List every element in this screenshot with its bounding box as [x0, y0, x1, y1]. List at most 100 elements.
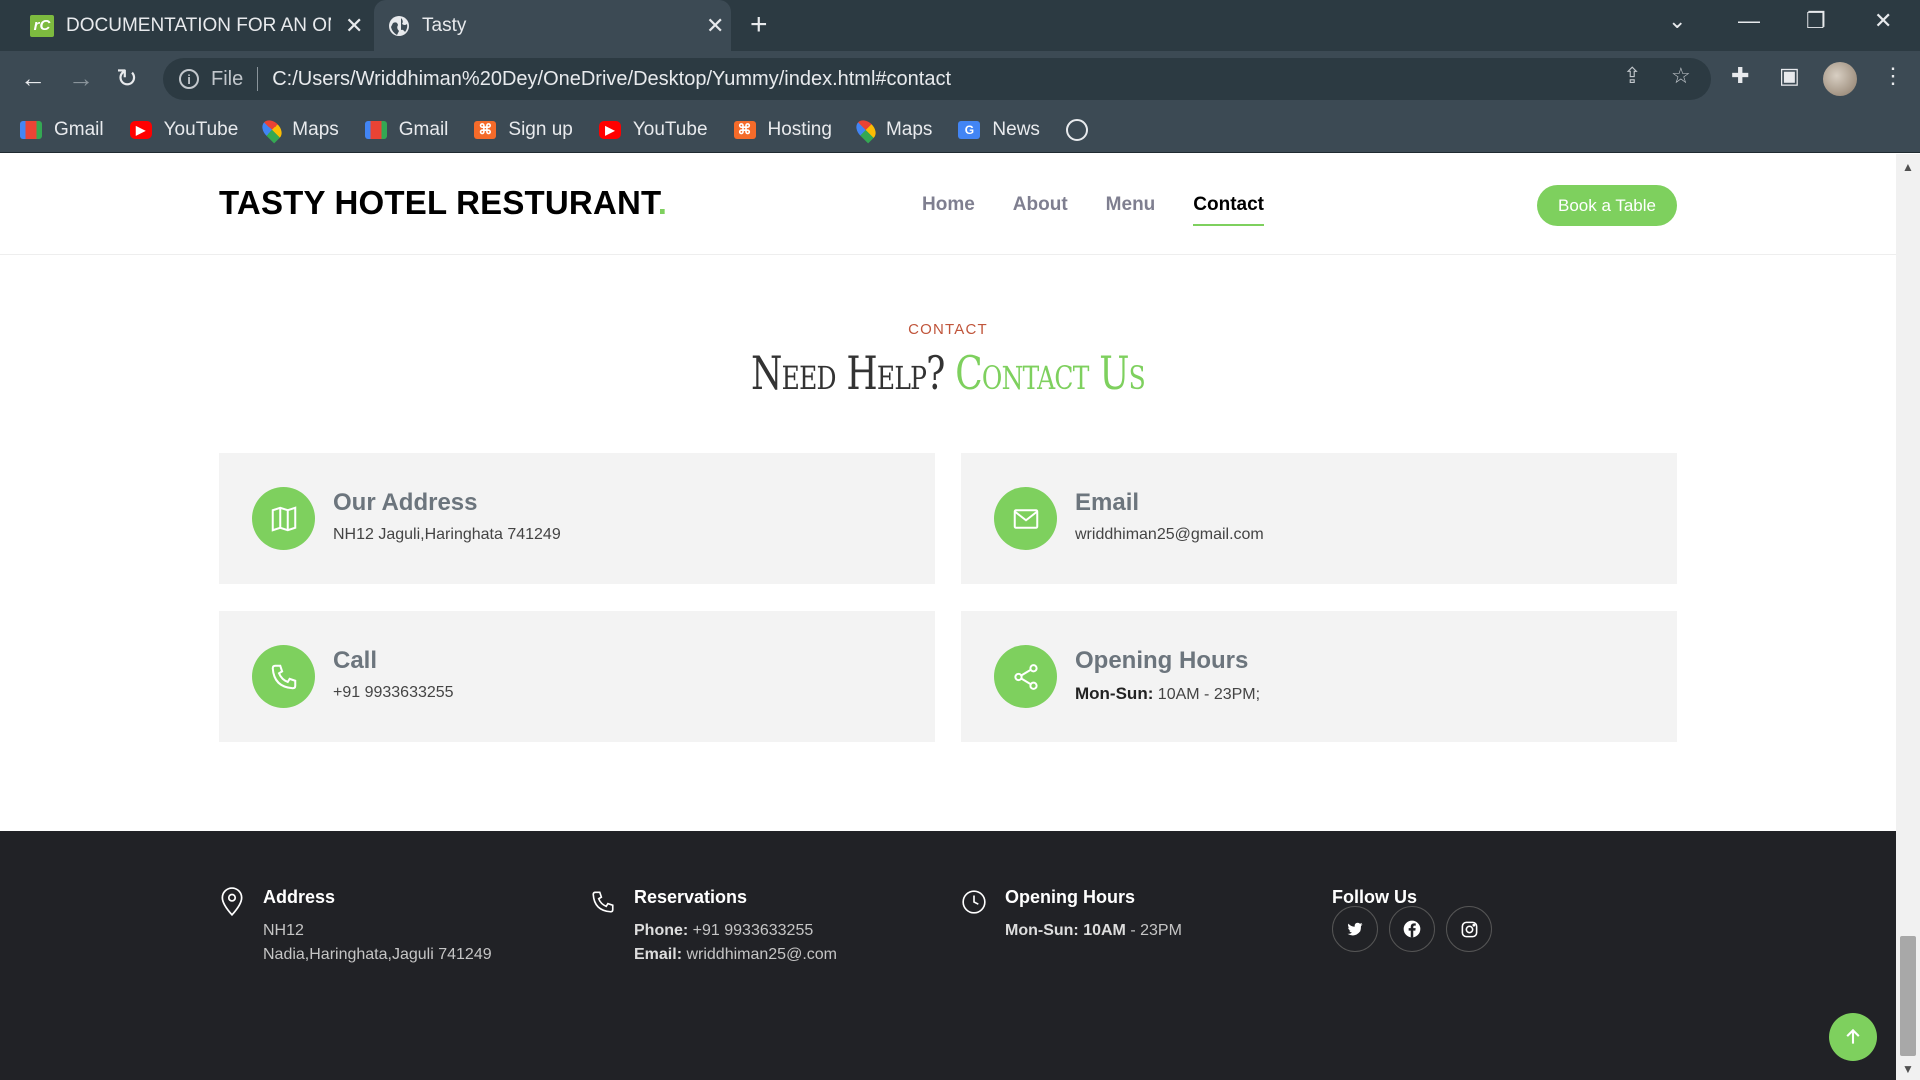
hosting-icon: ⌘	[733, 120, 756, 139]
nav-contact[interactable]: Contact	[1193, 194, 1265, 226]
address-line: Nadia,Haringhata,Jaguli 741249	[263, 946, 492, 963]
minimize-icon[interactable]: —	[1738, 8, 1760, 34]
browser-toolbar: ← → ↻ i File C:/Users/Wriddhiman%20Dey/O…	[0, 51, 1920, 107]
card-text[interactable]: +91 9933633255	[333, 684, 454, 702]
card-text[interactable]: wriddhiman25@gmail.com	[1075, 526, 1264, 544]
bookmark-youtube[interactable]: ▶ YouTube	[598, 118, 708, 141]
nav-menu[interactable]: Menu	[1106, 194, 1156, 226]
side-panel-icon[interactable]: ▣	[1779, 63, 1800, 89]
profile-avatar[interactable]	[1823, 62, 1857, 96]
hours-value: 10AM - 23PM;	[1153, 686, 1261, 703]
bookmark-label: Gmail	[54, 118, 104, 140]
clock-icon	[962, 890, 986, 914]
bookmark-gmail[interactable]: Gmail	[20, 119, 104, 141]
card-title: Email	[1075, 489, 1140, 516]
bookmark-maps[interactable]: Maps	[852, 116, 933, 143]
hours-days: Mon-Sun:	[1005, 922, 1079, 939]
envelope-icon	[994, 487, 1057, 550]
bookmark-label: Gmail	[398, 118, 449, 140]
opening-hours-card: Opening Hours Mon-Sun: 10AM - 23PM;	[961, 611, 1677, 742]
info-icon[interactable]: i	[179, 69, 199, 89]
footer-heading: Reservations	[634, 887, 748, 907]
section-eyebrow: CONTACT	[908, 321, 988, 338]
hours-label: Mon-Sun:	[1075, 684, 1154, 703]
email-value[interactable]: wriddhiman25@.com	[682, 946, 837, 963]
card-text: Mon-Sun: 10AM - 23PM;	[1075, 684, 1260, 704]
bookmark-news[interactable]: G News	[958, 119, 1040, 141]
bookmark-label: Maps	[885, 118, 933, 140]
facebook-icon[interactable]	[1389, 906, 1435, 952]
bookmark-sign-up[interactable]: ⌘ Sign up	[474, 119, 573, 141]
bookmark-label: News	[992, 118, 1040, 140]
nav-about[interactable]: About	[1013, 194, 1068, 226]
scroll-thumb[interactable]	[1900, 936, 1916, 1056]
reload-icon[interactable]: ↻	[116, 63, 138, 94]
browser-tab-tasty[interactable]: Tasty ✕	[374, 0, 731, 51]
maps-icon	[258, 116, 286, 143]
bookmark-label: Maps	[292, 118, 339, 140]
tab-search-chevron-icon[interactable]: ⌄	[1668, 8, 1686, 34]
site-footer: Address NH12 Nadia,Haringhata,Jaguli 741…	[0, 831, 1896, 1080]
news-icon: G	[958, 120, 981, 139]
card-title: Our Address	[333, 489, 478, 516]
address-card: Our Address NH12 Jaguli,Haringhata 74124…	[219, 453, 935, 584]
book-table-button[interactable]: Book a Table	[1537, 185, 1677, 226]
email-label: Email:	[634, 946, 683, 963]
extensions-puzzle-icon[interactable]: ✚	[1731, 63, 1749, 89]
close-icon[interactable]: ✕	[345, 13, 363, 39]
card-text: NH12 Jaguli,Haringhata 741249	[333, 526, 561, 543]
gmail-icon	[364, 120, 387, 139]
hosting-icon: ⌘	[474, 120, 497, 139]
browser-tab-documentation[interactable]: rC DOCUMENTATION FOR AN ONLI ✕	[0, 0, 372, 51]
scheme-label: File	[211, 67, 244, 90]
phone-label: Phone:	[634, 922, 689, 939]
menu-kebab-icon[interactable]: ⋮	[1882, 63, 1904, 89]
main-nav: Home About Menu Contact	[922, 194, 1302, 226]
arrow-up-icon	[1846, 1028, 1860, 1044]
restore-icon[interactable]: ❐	[1806, 8, 1826, 34]
site-logo[interactable]: TASTY HOTEL RESTURANT.	[219, 184, 667, 222]
address-bar[interactable]: i File C:/Users/Wriddhiman%20Dey/OneDriv…	[163, 58, 1711, 100]
page-scrollbar[interactable]: ▲ ▼	[1896, 154, 1920, 1080]
tab-title: DOCUMENTATION FOR AN ONLI	[66, 14, 331, 36]
bookmark-hosting[interactable]: ⌘ Hosting	[733, 118, 832, 141]
bookmark-gmail[interactable]: Gmail	[364, 118, 449, 141]
bookmark-star-icon[interactable]: ☆	[1671, 63, 1691, 89]
close-icon[interactable]: ✕	[706, 13, 724, 39]
tab-title: Tasty	[422, 14, 467, 36]
map-icon	[252, 487, 315, 550]
bookmark-label: YouTube	[163, 118, 239, 140]
phone-icon	[592, 891, 614, 913]
scroll-down-arrow-icon[interactable]: ▼	[1902, 1062, 1914, 1076]
window-close-icon[interactable]: ✕	[1874, 8, 1892, 34]
bookmark-label: Hosting	[767, 118, 832, 140]
bookmark-maps[interactable]: Maps	[258, 116, 339, 143]
share-page-icon[interactable]: ⇪	[1623, 63, 1641, 89]
back-to-top-button[interactable]	[1829, 1013, 1877, 1061]
footer-heading: Address	[263, 887, 336, 907]
address-line: NH12	[263, 922, 304, 939]
back-arrow-icon[interactable]: ←	[20, 63, 46, 94]
url-text[interactable]: C:/Users/Wriddhiman%20Dey/OneDrive/Deskt…	[272, 68, 951, 91]
section-title: Need Help? Contact Us	[209, 346, 1688, 400]
instagram-icon[interactable]	[1446, 906, 1492, 952]
bookmark-label: YouTube	[632, 118, 708, 140]
new-tab-plus-icon[interactable]: +	[750, 8, 768, 42]
card-title: Call	[333, 647, 378, 674]
globe-icon	[1065, 118, 1088, 141]
call-card: Call +91 9933633255	[219, 611, 935, 742]
scroll-up-arrow-icon[interactable]: ▲	[1902, 160, 1914, 174]
hours-close: - 23PM	[1125, 922, 1182, 939]
bookmark-globe[interactable]	[1065, 118, 1100, 141]
hours-open: 10AM	[1078, 922, 1126, 939]
nav-home[interactable]: Home	[922, 194, 975, 226]
phone-value[interactable]: +91 9933633255	[688, 922, 814, 939]
globe-icon	[389, 15, 409, 36]
logo-dot: .	[657, 184, 668, 221]
omnibox-divider	[257, 67, 259, 91]
footer-heading: Opening Hours	[1005, 887, 1135, 907]
twitter-icon[interactable]	[1332, 906, 1378, 952]
forward-arrow-icon[interactable]: →	[68, 63, 94, 94]
location-pin-icon	[221, 887, 243, 917]
bookmark-youtube[interactable]: ▶ YouTube	[129, 118, 239, 141]
